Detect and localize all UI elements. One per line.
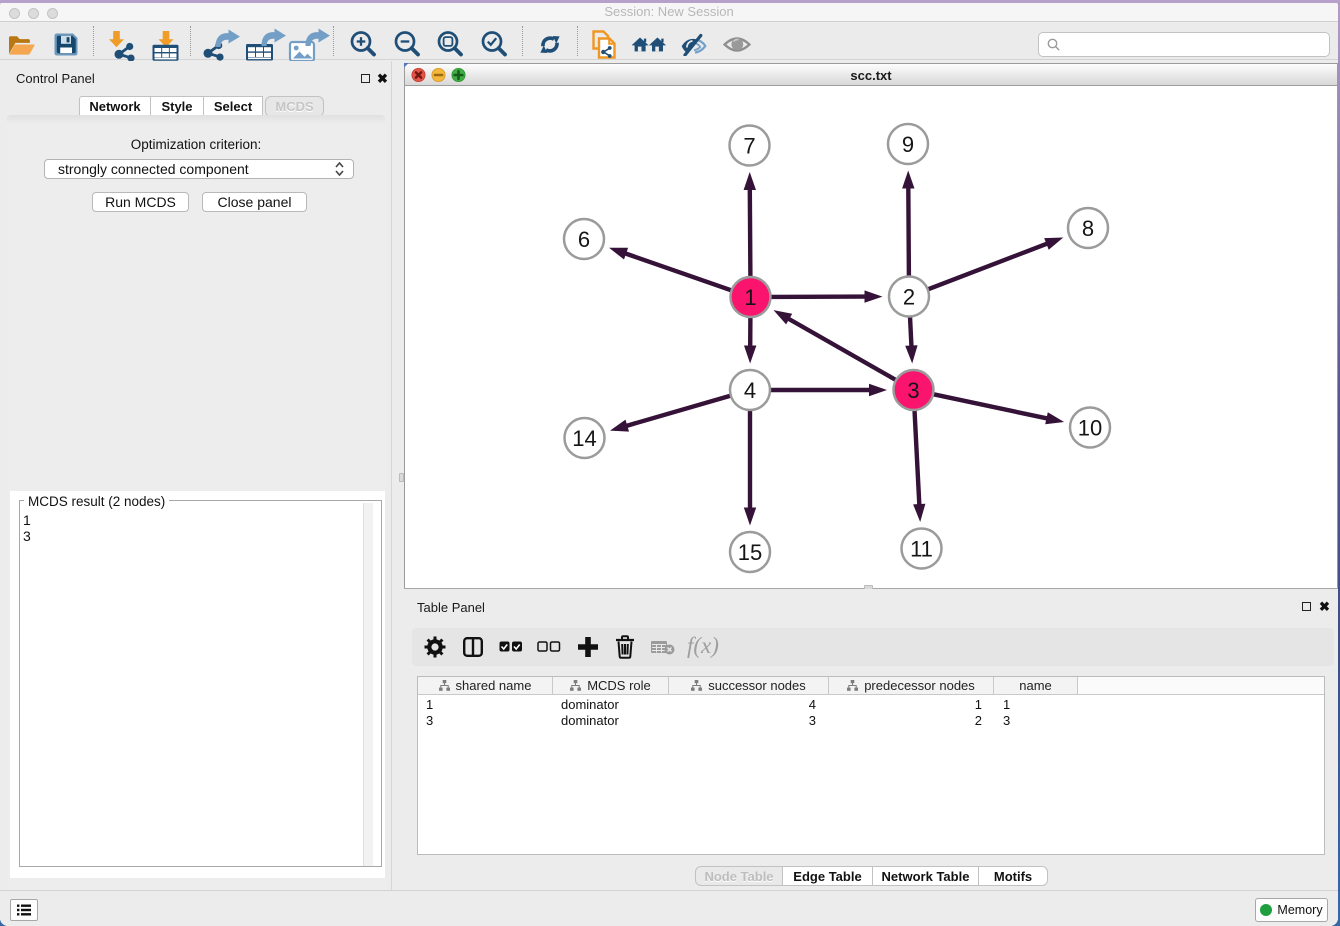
svg-text:8: 8 bbox=[1082, 216, 1094, 241]
svg-text:9: 9 bbox=[902, 132, 914, 157]
svg-text:15: 15 bbox=[738, 540, 762, 565]
svg-text:1: 1 bbox=[744, 285, 756, 310]
svg-text:14: 14 bbox=[572, 426, 596, 451]
svg-text:3: 3 bbox=[907, 378, 919, 403]
svg-text:4: 4 bbox=[744, 378, 756, 403]
svg-text:2: 2 bbox=[903, 284, 915, 309]
svg-text:10: 10 bbox=[1078, 415, 1102, 440]
svg-text:6: 6 bbox=[578, 227, 590, 252]
svg-text:11: 11 bbox=[910, 536, 933, 561]
svg-text:7: 7 bbox=[743, 133, 755, 158]
